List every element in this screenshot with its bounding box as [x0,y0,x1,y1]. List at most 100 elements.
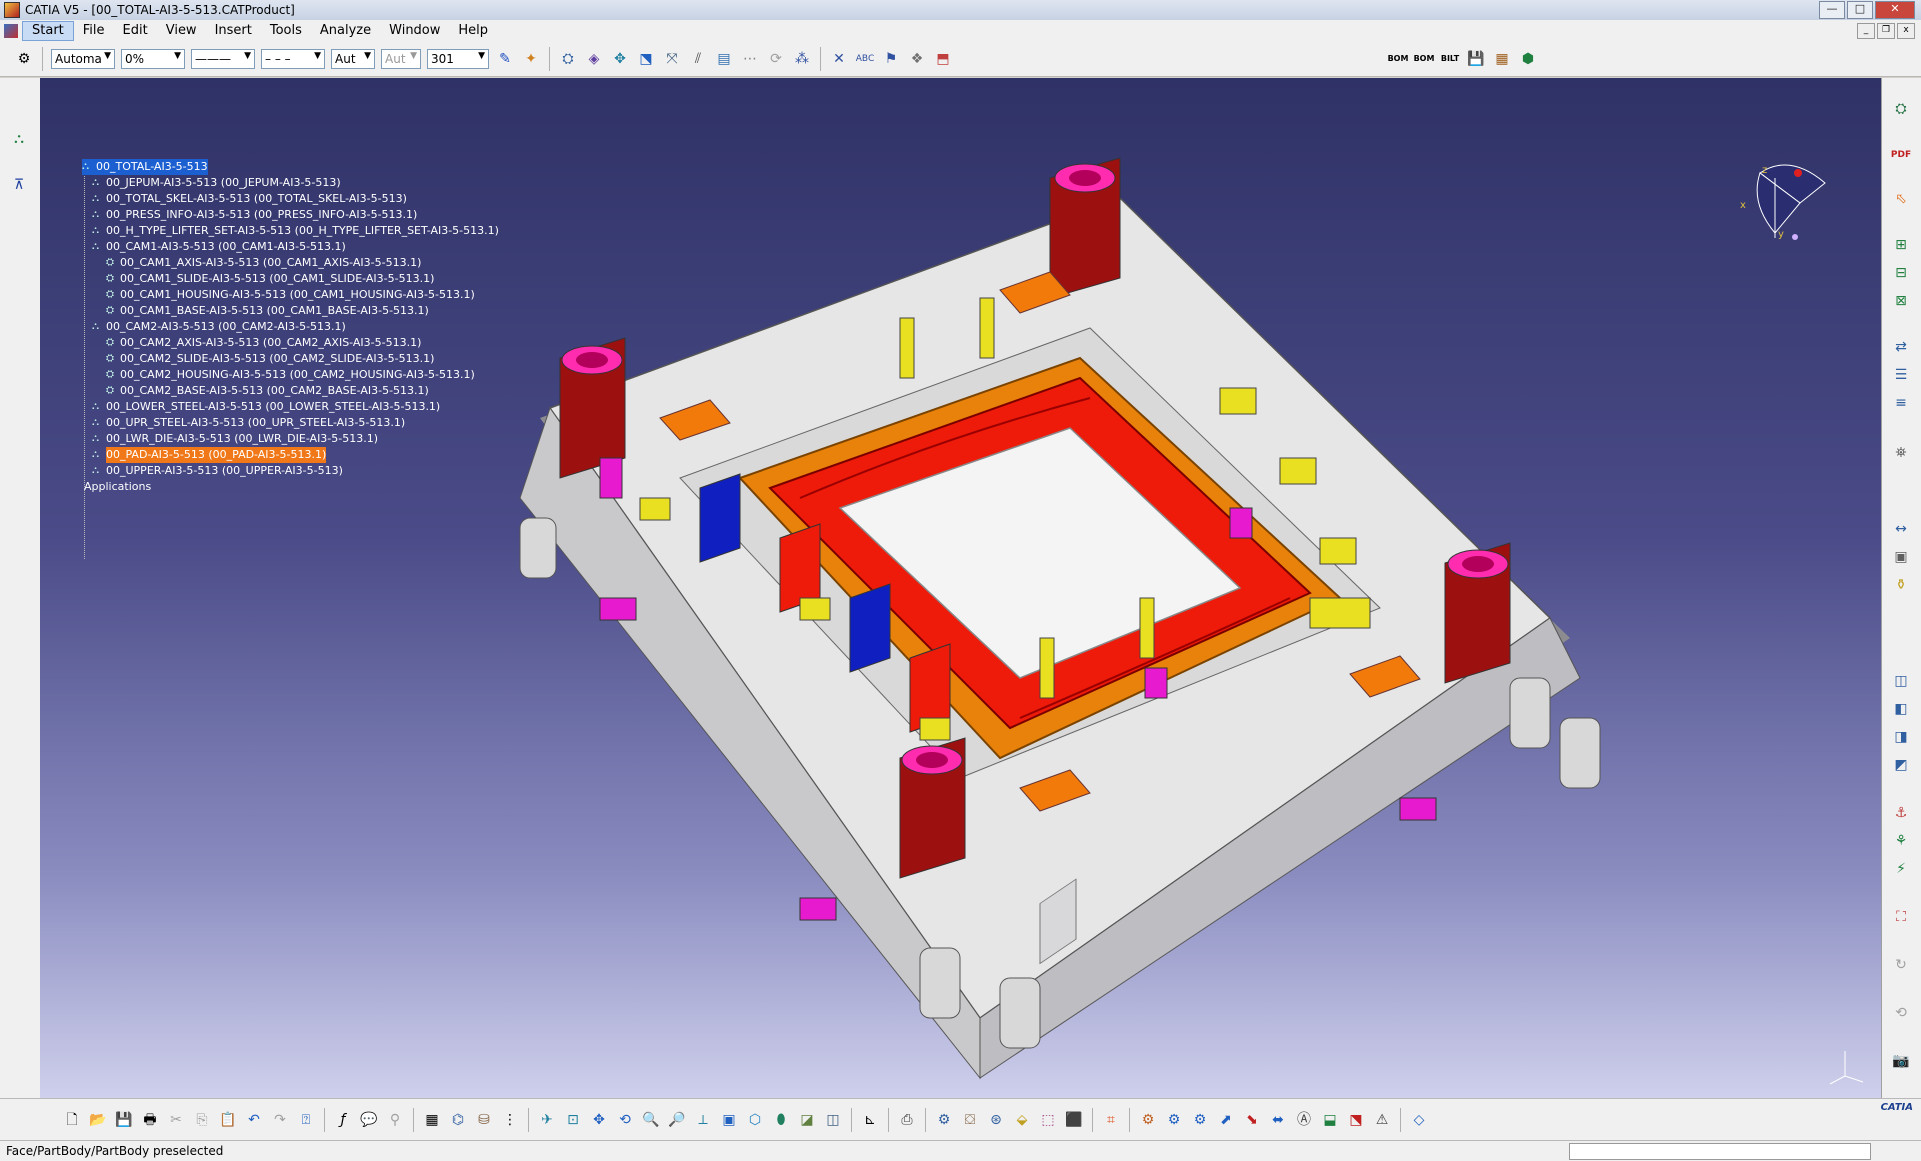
normal-view-icon[interactable]: ⟂ [693,1110,713,1130]
angle-constraint-icon[interactable]: ◩ [1890,754,1912,776]
text-icon[interactable]: Ⓐ [1294,1110,1314,1130]
print-icon[interactable]: 🖶 [140,1110,160,1130]
space-analysis-icon[interactable]: ⌗ [1101,1110,1121,1130]
point-style-combo[interactable]: Aut ▼ [331,49,375,69]
split-icon[interactable]: ⛋ [960,1110,980,1130]
open-icon[interactable]: 📂 [88,1110,108,1130]
camera-icon[interactable]: 📷 [1890,1050,1912,1072]
tree-item[interactable]: ⛬ 00_CAM1-AI3-5-513 (00_CAM1-AI3-5-513.1) [92,239,346,255]
bill-of-material-icon[interactable]: ⬔ [1346,1110,1366,1130]
zoom-in-icon[interactable]: 🔍 [641,1110,661,1130]
text-annotation-icon[interactable]: ABC [855,49,875,69]
tree-item[interactable]: ⛬ 00_JEPUM-AI3-5-513 (00_JEPUM-AI3-5-513) [92,175,341,191]
tree-item[interactable]: ⛭ 00_CAM1_HOUSING-AI3-5-513 (00_CAM1_HOUS… [106,287,475,303]
dependencies-icon[interactable]: ⬌ [1268,1110,1288,1130]
properties-icon[interactable]: ▦ [1492,49,1512,69]
constraint-reuse-icon[interactable]: ↻ [1890,954,1912,976]
assembly-features-icon[interactable]: ⚙ [934,1110,954,1130]
maximize-button[interactable]: □ [1847,1,1873,19]
tree-item[interactable]: ⛭ 00_CAM2_SLIDE-AI3-5-513 (00_CAM2_SLIDE-… [106,351,434,367]
menu-view[interactable]: View [157,20,206,42]
zoom-out-icon[interactable]: 🔎 [667,1110,687,1130]
swap-visible-space-icon[interactable]: ◫ [823,1110,843,1130]
tree-item[interactable]: ⛭ 00_CAM2_AXIS-AI3-5-513 (00_CAM2_AXIS-AI… [106,335,421,351]
shading-icon[interactable]: ⬮ [771,1110,791,1130]
bilt-icon[interactable]: BILT [1440,49,1460,69]
hole-icon[interactable]: ⊛ [986,1110,1006,1130]
reuse-pattern-icon[interactable]: ⋯ [740,49,760,69]
explode-icon[interactable]: ⤧ [662,49,682,69]
render-mode-combo[interactable]: Automa ▼ [51,49,115,69]
product-properties-icon[interactable]: ⚙ [14,49,34,69]
menu-edit[interactable]: Edit [114,20,157,42]
manipulate-icon[interactable]: ✥ [610,49,630,69]
tree-item[interactable]: ⛬ 00_UPPER-AI3-5-513 (00_UPPER-AI3-5-513) [92,463,343,479]
fix-together-icon[interactable]: ⚘ [1890,830,1912,852]
fly-mode-icon[interactable]: ✈ [537,1110,557,1130]
tree-item[interactable]: ⛭ 00_CAM1_SLIDE-AI3-5-513 (00_CAM1_SLIDE-… [106,271,434,287]
pan-icon[interactable]: ✥ [589,1110,609,1130]
menu-insert[interactable]: Insert [206,20,261,42]
manage-representations-icon[interactable]: ▣ [1890,546,1912,568]
bom-icon[interactable]: BOM [1388,49,1409,69]
tree-item[interactable]: ⛬ 00_PRESS_INFO-AI3-5-513 (00_PRESS_INFO-… [92,207,417,223]
menu-window[interactable]: Window [380,20,449,42]
redo-icon[interactable]: ↷ [270,1110,290,1130]
existing-component-icon[interactable]: ◈ [584,49,604,69]
tree-applications[interactable]: Applications [84,479,151,495]
new-icon[interactable]: 🗋 [62,1110,82,1130]
tree-item-highlighted[interactable]: ⛬ 00_PAD-AI3-5-513 (00_PAD-AI3-5-513.1) [92,447,327,463]
tree-item[interactable]: ⛬ 00_H_TYPE_LIFTER_SET-AI3-5-513 (00_H_TY… [92,223,499,239]
tree-item[interactable]: ⛬ 00_TOTAL_SKEL-AI3-5-513 (00_TOTAL_SKEL-… [92,191,407,207]
sectioning-icon[interactable]: ⚙ [1164,1110,1184,1130]
multi-instantiation-icon[interactable]: ⚱ [1890,574,1912,596]
snap-icon[interactable]: ⬔ [636,49,656,69]
mdi-minimize-button[interactable]: _ [1857,23,1875,39]
close-button[interactable]: ✕ [1875,1,1915,19]
fit-all-icon[interactable]: ⊡ [563,1110,583,1130]
contact-constraint-icon[interactable]: ◧ [1890,698,1912,720]
apply-material-icon[interactable]: ✦ [521,49,541,69]
formula-icon[interactable]: ƒ [333,1110,353,1130]
tree-item[interactable]: ⛬ 00_LOWER_STEEL-AI3-5-513 (00_LOWER_STEE… [92,399,440,415]
tree-item[interactable]: ⛭ 00_CAM2_BASE-AI3-5-513 (00_CAM2_BASE-AI… [106,383,429,399]
capture-icon[interactable]: ⎙ [897,1110,917,1130]
document-icon[interactable] [4,24,18,38]
analyze-icon[interactable]: ⬈ [1216,1110,1236,1130]
tree-item[interactable]: ⛭ 00_CAM1_AXIS-AI3-5-513 (00_CAM1_AXIS-AI… [106,255,421,271]
section-icon[interactable]: ⫽ [688,49,708,69]
fix-component-icon[interactable]: ⚓ [1890,802,1912,824]
compass-icon[interactable]: x y z [1730,153,1840,263]
add-icon[interactable]: ⬚ [1038,1110,1058,1130]
tree-item[interactable]: ⛬ 00_UPR_STEEL-AI3-5-513 (00_UPR_STEEL-AI… [92,415,405,431]
3d-viewport[interactable]: ⛬ 00_TOTAL-AI3-5-513 ⛬ 00_JEPUM-AI3-5-513… [40,78,1882,1098]
insert-part-icon[interactable]: ⊠ [1890,290,1912,312]
command-input[interactable] [1569,1143,1871,1160]
lineweight-combo[interactable]: – – – ▼ [261,49,325,69]
fast-multi-instantiation-icon[interactable]: ⁂ [792,49,812,69]
catalog-icon[interactable]: ❖ [907,49,927,69]
update-icon[interactable]: ⟳ [766,49,786,69]
scene-icon[interactable]: ⬒ [933,49,953,69]
mdi-close-button[interactable]: x [1897,23,1915,39]
export-icon[interactable]: ⬢ [1518,49,1538,69]
paste-icon[interactable]: 📋 [218,1110,238,1130]
layer-auto-combo[interactable]: Aut ▼ [381,49,421,69]
tree-icon[interactable]: ⌬ [448,1110,468,1130]
layer-combo[interactable]: 301 ▼ [427,49,489,69]
replace-component-icon[interactable]: ⇄ [1890,336,1912,358]
rotate-icon[interactable]: ⟲ [615,1110,635,1130]
generate-numbering-icon[interactable]: ≡ [1890,392,1912,414]
cut-icon[interactable]: ✂ [166,1110,186,1130]
tree-root[interactable]: ⛬ 00_TOTAL-AI3-5-513 [82,159,208,175]
hyperlink-icon[interactable]: ⚲ [385,1110,405,1130]
tree-expand-icon[interactable]: ⊼ [8,174,30,196]
iso-view-icon[interactable]: ⬡ [745,1110,765,1130]
table-icon[interactable]: ▦ [422,1110,442,1130]
tree-item[interactable]: ⛬ 00_LWR_DIE-AI3-5-513 (00_LWR_DIE-AI3-5-… [92,431,378,447]
measure-between-icon[interactable]: ⊾ [860,1110,880,1130]
catalog-browser-icon[interactable]: ⛁ [474,1110,494,1130]
menu-tools[interactable]: Tools [261,20,311,42]
pocket-icon[interactable]: ⬙ [1012,1110,1032,1130]
flag-note-icon[interactable]: ⚑ [881,49,901,69]
